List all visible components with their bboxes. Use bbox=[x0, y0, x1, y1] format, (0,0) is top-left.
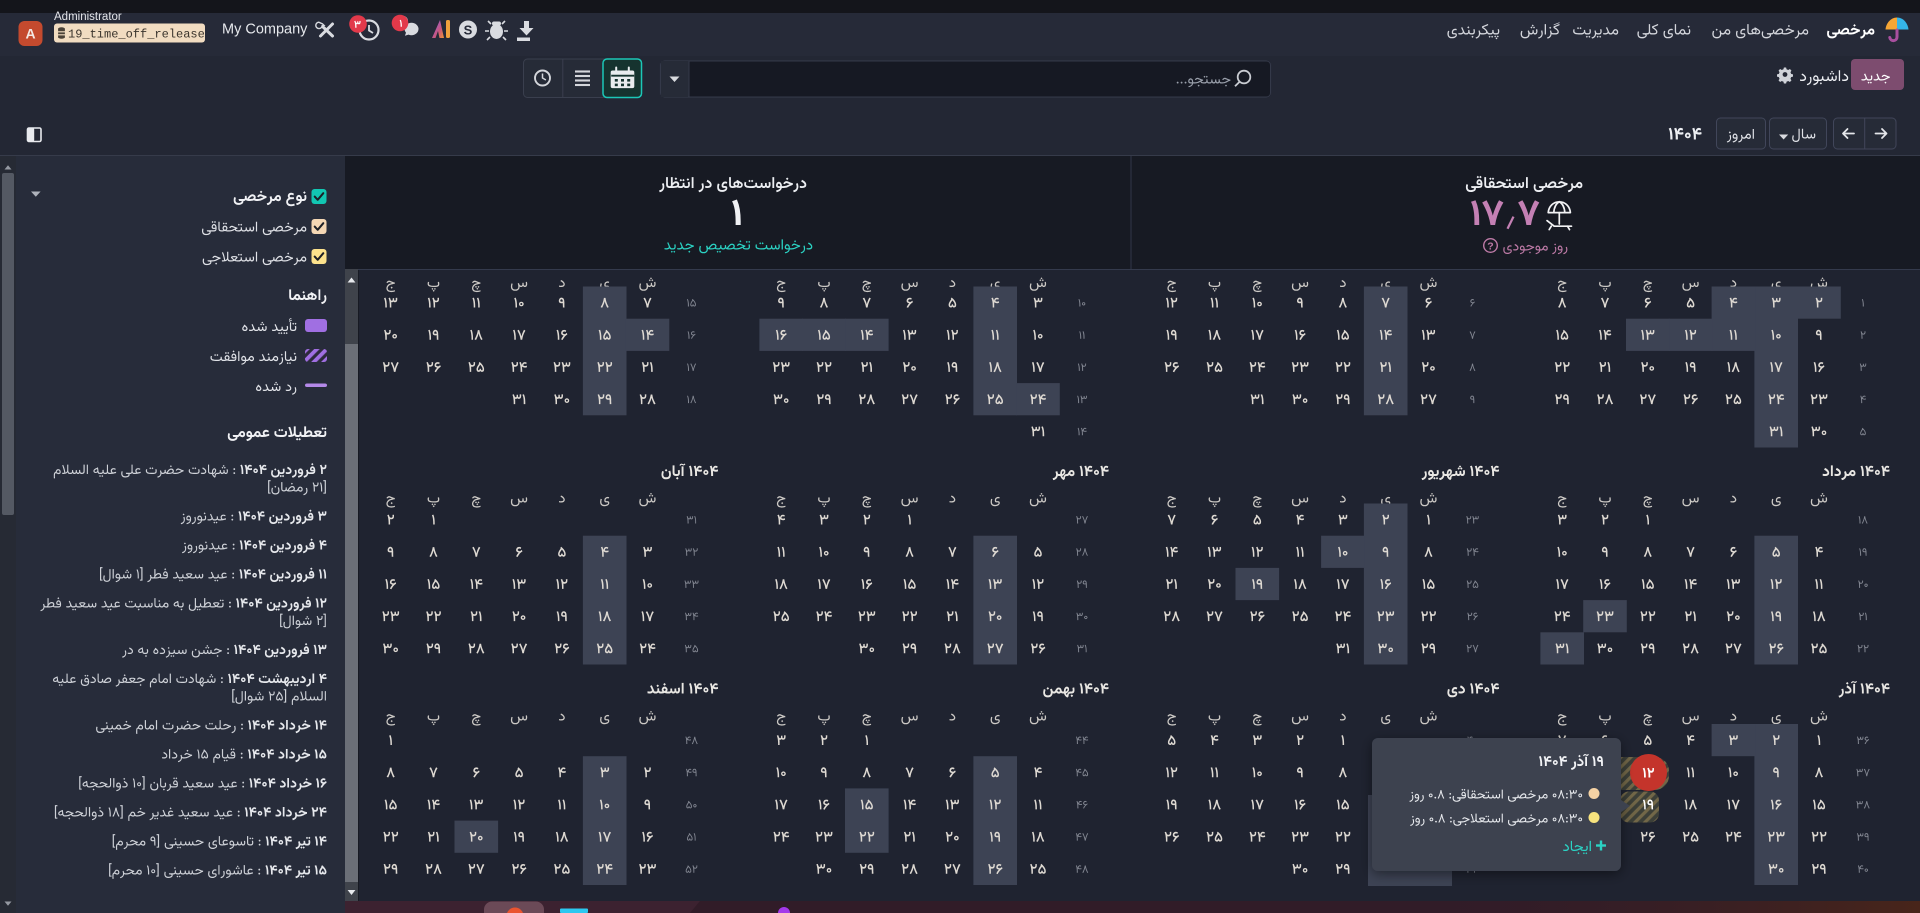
svg-text:S: S bbox=[464, 22, 473, 37]
svg-text:?: ? bbox=[1487, 241, 1493, 253]
svg-text:19_time_off_release: 19_time_off_release bbox=[68, 28, 205, 42]
svg-text:Administrator: Administrator bbox=[54, 11, 122, 23]
svg-text:A: A bbox=[25, 26, 35, 42]
svg-text:My Company: My Company bbox=[222, 22, 308, 38]
